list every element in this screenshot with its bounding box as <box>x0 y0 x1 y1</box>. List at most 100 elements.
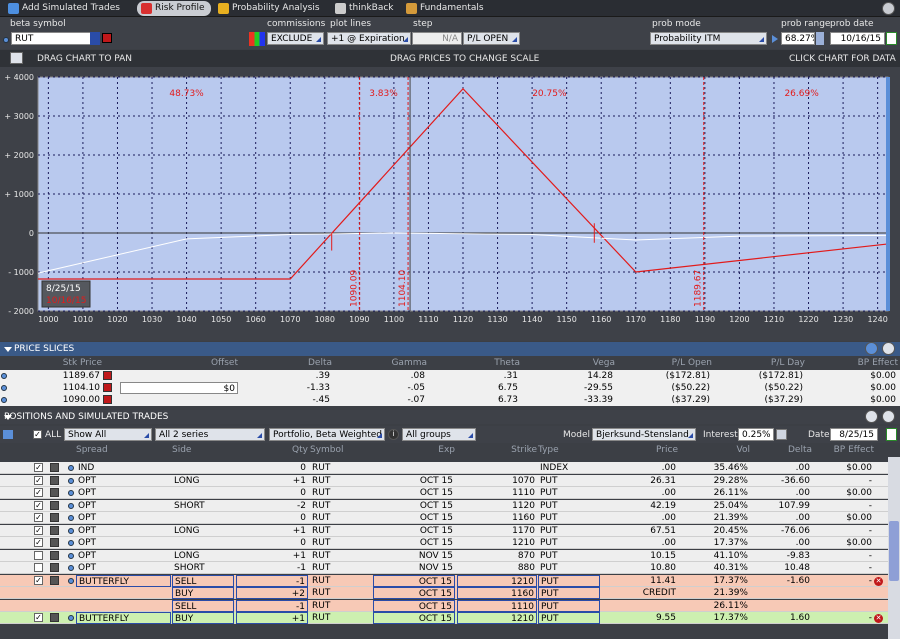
slice-lock-icon[interactable] <box>103 395 112 404</box>
position-qty[interactable]: -1 <box>236 574 308 587</box>
position-exp[interactable]: OCT 15 <box>373 574 455 587</box>
position-bullet-icon[interactable] <box>68 502 74 509</box>
position-color-swatch[interactable] <box>50 525 59 535</box>
position-color-swatch[interactable] <box>50 550 59 560</box>
position-vol[interactable]: 26.11% <box>680 600 750 612</box>
position-delta[interactable]: -1.60 <box>752 575 812 587</box>
position-row[interactable]: ✓ OPT LONG +1 RUT OCT 15 1170 PUT 67.51 20.45% -76… <box>0 524 888 537</box>
position-vol[interactable]: 17.37% <box>680 612 750 624</box>
position-checkbox[interactable]: ✓ <box>34 575 43 585</box>
position-delta[interactable]: 1.60 <box>752 612 812 624</box>
collapse-icon[interactable] <box>865 410 878 423</box>
position-color-swatch[interactable] <box>50 538 59 547</box>
info-icon[interactable]: i <box>388 429 399 440</box>
position-color-swatch[interactable] <box>50 613 59 622</box>
position-qty[interactable]: +2 <box>236 587 308 599</box>
position-side[interactable]: SELL <box>172 574 234 587</box>
position-vol[interactable]: 17.37% <box>680 575 750 587</box>
slice-bullet-icon[interactable] <box>1 397 7 403</box>
position-bullet-icon[interactable] <box>68 615 74 621</box>
position-side[interactable]: SELL <box>172 599 234 612</box>
position-color-swatch[interactable] <box>50 575 59 585</box>
position-exp[interactable]: OCT 15 <box>373 587 455 599</box>
price-slice-stk[interactable]: 1189.67 <box>10 370 102 382</box>
position-spread[interactable] <box>76 587 171 599</box>
position-color-swatch[interactable] <box>50 475 59 485</box>
position-price[interactable]: 11.41 <box>603 575 678 587</box>
menu-icon[interactable] <box>882 2 895 15</box>
show-filter-dropdown[interactable]: Show All <box>64 428 152 441</box>
play-icon[interactable] <box>772 35 778 43</box>
position-bullet-icon[interactable] <box>68 540 74 546</box>
position-row[interactable]: ✓ OPT SHORT -2 RUT OCT 15 1120 PUT 42.19 25.04% 10… <box>0 499 888 512</box>
position-exp[interactable]: OCT 15 <box>373 599 455 612</box>
position-exp[interactable]: OCT 15 <box>373 612 455 624</box>
position-row[interactable]: ✓ BUTTERFLY BUY +1 RUT OCT 15 1210 PUT 9.55 17.37… <box>0 612 888 624</box>
price-slices-menu-icon[interactable] <box>882 342 895 355</box>
position-row[interactable]: OPT LONG +1 RUT NOV 15 870 PUT 10.15 41.10% -9.83… <box>0 549 888 562</box>
position-bullet-icon[interactable] <box>68 552 74 559</box>
link-icon[interactable] <box>3 37 9 43</box>
position-bullet-icon[interactable] <box>68 565 74 571</box>
pl-open-dropdown[interactable]: P/L OPEN <box>463 32 520 45</box>
position-checkbox[interactable]: ✓ <box>34 500 43 510</box>
position-spread[interactable]: BUTTERFLY <box>76 612 171 624</box>
positions-scrollbar[interactable] <box>888 457 900 639</box>
position-qty[interactable]: +1 <box>236 612 308 624</box>
position-bp[interactable]: - <box>814 575 874 587</box>
position-row[interactable]: ✓ OPT LONG +1 RUT OCT 15 1070 PUT 26.31 29.28% -36… <box>0 474 888 487</box>
step-input[interactable]: N/A <box>412 32 462 45</box>
calendar-icon[interactable] <box>886 32 897 45</box>
position-side[interactable]: BUY <box>172 587 234 599</box>
portfolio-dropdown[interactable]: Portfolio, Beta Weighted <box>269 428 385 441</box>
add-slice-icon[interactable] <box>865 342 878 355</box>
position-type[interactable]: PUT <box>538 612 600 624</box>
price-slices-header[interactable]: PRICE SLICES <box>0 342 900 356</box>
position-row[interactable]: BUY +2 RUT OCT 15 1160 PUT CREDIT 21.39% <box>0 587 888 599</box>
slice-lock-icon[interactable] <box>103 371 112 380</box>
select-all-checkbox[interactable]: ✓ <box>33 430 42 439</box>
position-color-swatch[interactable] <box>50 500 59 510</box>
price-slice-row[interactable]: 1104.10 $0 -1.33 -.05 6.75 -29.55 ($50.22) ($50… <box>0 382 900 394</box>
position-bullet-icon[interactable] <box>68 577 74 584</box>
price-slice-row[interactable]: 1090.00 -.45 -.07 6.73 -33.39 ($37.29) ($37.29… <box>0 394 900 406</box>
position-color-swatch[interactable] <box>50 563 59 572</box>
position-bullet-icon[interactable] <box>68 477 74 484</box>
position-checkbox[interactable]: ✓ <box>34 475 43 485</box>
position-strike[interactable]: 1210 <box>457 574 537 587</box>
position-price[interactable]: CREDIT <box>603 587 678 599</box>
position-bullet-icon[interactable] <box>68 515 74 521</box>
prob-mode-dropdown[interactable]: Probability ITM <box>650 32 767 45</box>
risk-profile-svg[interactable]: 1000 1010 1020 1030 1040 1050 1060 1070 1080 1090… <box>0 67 900 341</box>
price-slice-stk[interactable]: 1104.10 <box>10 382 102 394</box>
positions-calendar-icon[interactable] <box>886 428 897 441</box>
price-slice-row[interactable]: 1189.67 .39 .08 .31 14.28 ($172.81) ($172.81) $… <box>0 370 900 382</box>
prob-date-input[interactable]: 10/16/15 <box>830 32 885 45</box>
position-checkbox[interactable]: ✓ <box>34 525 43 535</box>
price-slice-offset[interactable] <box>120 370 238 382</box>
chart-settings-icon[interactable] <box>10 52 23 64</box>
position-qty[interactable]: -1 <box>236 599 308 612</box>
position-bullet-icon[interactable] <box>68 465 74 471</box>
position-delta[interactable] <box>752 600 812 612</box>
risk-profile-chart[interactable]: 1000 1010 1020 1030 1040 1050 1060 1070 1080 1090… <box>0 67 900 341</box>
position-checkbox[interactable]: ✓ <box>34 488 43 497</box>
position-color-swatch[interactable] <box>50 463 59 472</box>
position-checkbox[interactable]: ✓ <box>34 513 43 522</box>
beta-symbol-input[interactable]: RUT <box>11 32 91 45</box>
remove-trade-icon[interactable]: ✕ <box>874 576 883 586</box>
position-spread[interactable] <box>76 600 171 612</box>
scrollbar-thumb[interactable] <box>889 521 899 581</box>
slice-lock-icon[interactable] <box>103 383 112 392</box>
position-row[interactable]: OPT SHORT -1 RUT NOV 15 880 PUT 10.80 40.31% 10.4… <box>0 562 888 574</box>
position-row[interactable]: SELL -1 RUT OCT 15 1110 PUT 26.11% <box>0 599 888 612</box>
lock-icon[interactable] <box>776 429 787 440</box>
remove-trade-icon[interactable]: ✕ <box>874 614 883 623</box>
position-strike[interactable]: 1110 <box>457 599 537 612</box>
position-price[interactable]: 9.55 <box>603 612 678 624</box>
model-dropdown[interactable]: Bjerksund-Stensland <box>592 428 696 441</box>
position-row[interactable]: ✓ OPT 0 RUT OCT 15 1210 PUT .00 17.37% .00 $0.00 <box>0 537 888 549</box>
position-color-swatch[interactable] <box>50 488 59 497</box>
symbol-dropdown-icon[interactable] <box>90 32 100 45</box>
position-vol[interactable]: 21.39% <box>680 587 750 599</box>
